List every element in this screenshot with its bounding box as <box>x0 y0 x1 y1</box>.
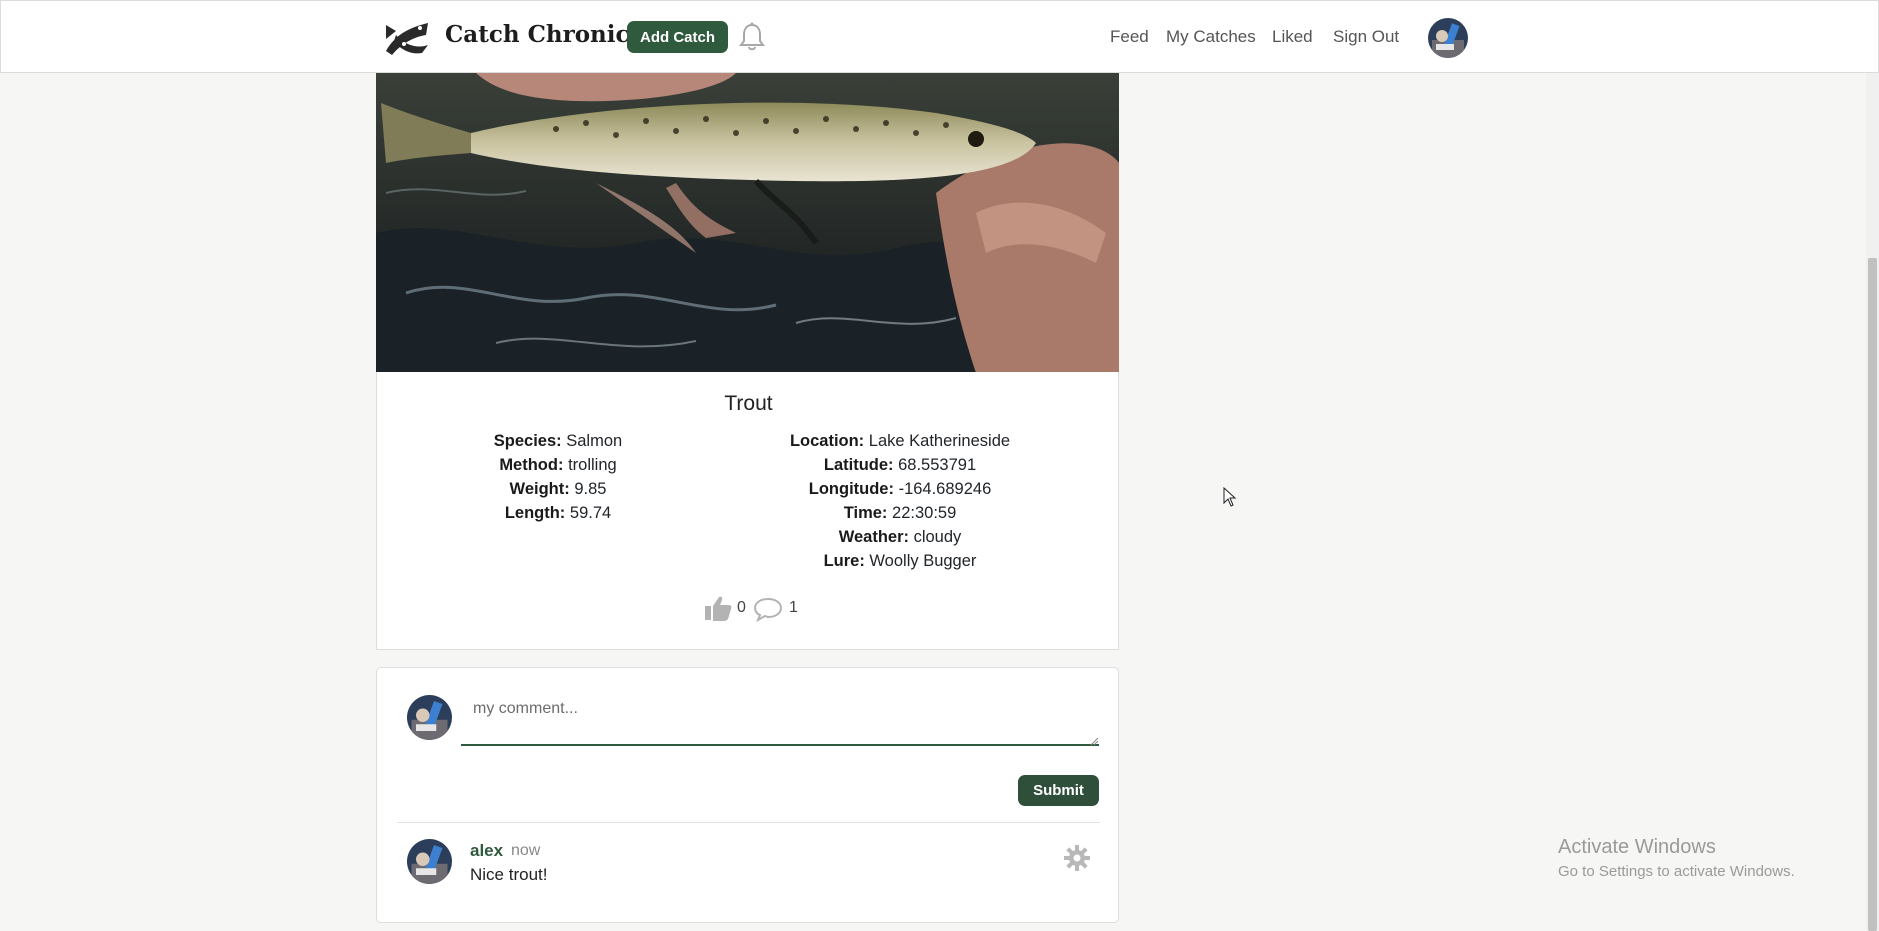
brand-name[interactable]: Catch Chronicle <box>445 21 653 48</box>
detail-weight: Weight: 9.85 <box>443 477 673 501</box>
detail-value: 59.74 <box>569 504 612 522</box>
activate-windows-watermark: Activate Windows Go to Settings to activ… <box>1558 836 1795 880</box>
scrollbar-thumb[interactable] <box>1868 258 1877 931</box>
detail-weather: Weather: cloudy <box>775 525 1025 549</box>
detail-location: Location: Lake Katherineside <box>775 429 1025 453</box>
submit-comment-button[interactable]: Submit <box>1018 775 1099 806</box>
nav-link-liked[interactable]: Liked <box>1272 27 1313 47</box>
detail-value: 68.553791 <box>898 456 977 474</box>
detail-label: Lure: <box>823 552 865 570</box>
detail-label: Weather: <box>838 528 909 546</box>
gear-icon[interactable] <box>1063 844 1091 872</box>
detail-method: Method: trolling <box>443 453 673 477</box>
notification-bell-icon[interactable] <box>738 21 766 53</box>
detail-species: Species: Salmon <box>443 429 673 453</box>
detail-label: Length: <box>504 504 566 522</box>
divider <box>397 822 1100 823</box>
detail-value: Woolly Bugger <box>869 552 977 570</box>
detail-label: Method: <box>499 456 564 474</box>
mouse-cursor-icon <box>1223 487 1237 507</box>
detail-lure: Lure: Woolly Bugger <box>775 549 1025 573</box>
detail-length: Length: 59.74 <box>443 501 673 525</box>
comment-author[interactable]: alex <box>470 841 503 861</box>
nav-link-my-catches[interactable]: My Catches <box>1166 27 1256 47</box>
detail-value: cloudy <box>913 528 962 546</box>
detail-value: -164.689246 <box>898 480 992 498</box>
detail-label: Weight: <box>509 480 570 498</box>
detail-value: Lake Katherineside <box>868 432 1011 450</box>
user-avatar[interactable] <box>1428 18 1468 58</box>
watermark-subtitle: Go to Settings to activate Windows. <box>1558 863 1795 880</box>
detail-longitude: Longitude: -164.689246 <box>775 477 1025 501</box>
like-count: 0 <box>737 599 746 616</box>
comment-timestamp: now <box>511 842 541 859</box>
detail-value: 22:30:59 <box>892 504 957 522</box>
resize-grip-icon[interactable] <box>1090 737 1099 746</box>
current-user-avatar <box>407 695 452 740</box>
detail-label: Species: <box>493 432 562 450</box>
comments-card: Submit alex now Nice trout! <box>376 667 1119 923</box>
comment-count: 1 <box>789 599 798 616</box>
nav-link-feed[interactable]: Feed <box>1110 27 1149 47</box>
detail-value: Salmon <box>566 432 623 450</box>
detail-value: trolling <box>568 456 617 474</box>
detail-value: 9.85 <box>574 480 607 498</box>
comment-icon[interactable] <box>753 596 783 622</box>
top-navbar: Catch Chronicle Add Catch Feed My Catche… <box>0 0 1879 73</box>
catch-photo <box>376 73 1119 373</box>
page-scrollbar[interactable] <box>1866 0 1879 931</box>
comment-input[interactable] <box>461 690 1099 746</box>
detail-latitude: Latitude: 68.553791 <box>775 453 1025 477</box>
comment-text: Nice trout! <box>470 865 548 884</box>
avatar-image <box>407 839 452 884</box>
detail-label: Time: <box>843 504 888 522</box>
catch-details-card: Trout Species: Salmon Method: trolling W… <box>376 372 1119 650</box>
nav-link-sign-out[interactable]: Sign Out <box>1333 27 1399 47</box>
detail-label: Latitude: <box>823 456 894 474</box>
thumbs-up-icon[interactable] <box>703 594 733 622</box>
fish-logo-icon[interactable] <box>382 15 432 59</box>
detail-label: Longitude: <box>808 480 894 498</box>
avatar-image <box>1428 18 1468 58</box>
detail-label: Location: <box>789 432 865 450</box>
detail-time: Time: 22:30:59 <box>775 501 1025 525</box>
add-catch-button[interactable]: Add Catch <box>627 21 728 53</box>
catch-title: Trout <box>724 392 773 415</box>
watermark-title: Activate Windows <box>1558 836 1716 858</box>
avatar-image <box>407 695 452 740</box>
details-right-column: Location: Lake Katherineside Latitude: 6… <box>775 429 1025 573</box>
details-left-column: Species: Salmon Method: trolling Weight:… <box>443 429 673 525</box>
comment-author-avatar[interactable] <box>407 839 452 884</box>
